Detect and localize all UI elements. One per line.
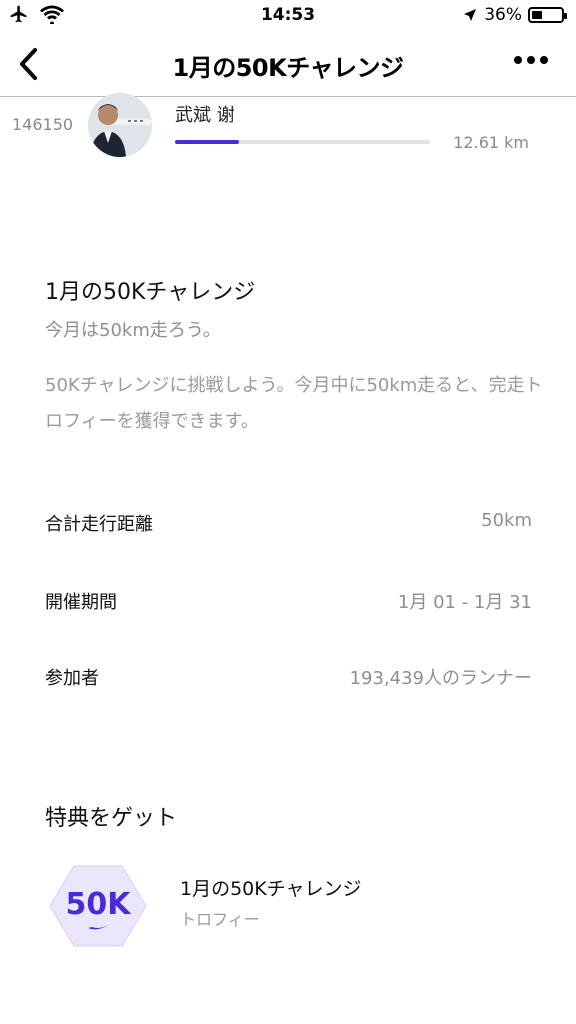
battery-percentage: 36% (484, 5, 522, 25)
reward-title: 1月の50Kチャレンジ (180, 878, 362, 900)
detail-label: 参加者 (45, 668, 99, 689)
page-title: 1月の50Kチャレンジ (172, 54, 404, 82)
rewards-heading: 特典をゲット (45, 806, 178, 831)
battery-icon (528, 7, 567, 23)
progress-bar (175, 140, 430, 144)
badge-text: 50K (66, 887, 133, 922)
more-options-button[interactable] (514, 56, 548, 64)
status-bar: 14:53 36% (0, 0, 576, 32)
detail-row-total-distance: 合計走行距離 50km (45, 510, 532, 540)
challenge-subtitle: 今月は50km走ろう。 (45, 320, 221, 341)
detail-value: 50km (481, 510, 532, 531)
leaderboard-entry[interactable]: 146150 武斌 谢 12.61 km (0, 93, 576, 167)
navigation-bar: 1月の50Kチャレンジ (0, 32, 576, 97)
location-arrow-icon (464, 9, 477, 21)
detail-row-period: 開催期間 1月 01 - 1月 31 (45, 588, 532, 618)
more-dot (540, 56, 548, 64)
more-dot (527, 56, 535, 64)
status-right: 36% (462, 5, 567, 25)
detail-row-participants: 参加者 193,439人のランナー (45, 664, 532, 694)
detail-value: 1月 01 - 1月 31 (397, 592, 532, 613)
reward-subtitle: トロフィー (180, 910, 260, 929)
detail-value: 193,439人のランナー (349, 668, 532, 689)
detail-label: 開催期間 (45, 592, 117, 613)
avatar-photo (88, 93, 152, 157)
trophy-badge-icon[interactable]: 50K (48, 862, 148, 950)
runner-distance: 12.61 km (453, 133, 529, 152)
runner-name: 武斌 谢 (175, 105, 235, 126)
rank-number: 146150 (12, 115, 74, 134)
challenge-description: 50Kチャレンジに挑戦しよう。今月中に50km走ると、完走トロフィーを獲得できま… (45, 375, 543, 432)
avatar (88, 93, 152, 157)
more-horizontal-icon (514, 56, 522, 64)
detail-label: 合計走行距離 (45, 514, 153, 535)
battery-level (532, 11, 542, 19)
progress-fill (175, 140, 239, 144)
challenge-title: 1月の50Kチャレンジ (45, 280, 256, 305)
